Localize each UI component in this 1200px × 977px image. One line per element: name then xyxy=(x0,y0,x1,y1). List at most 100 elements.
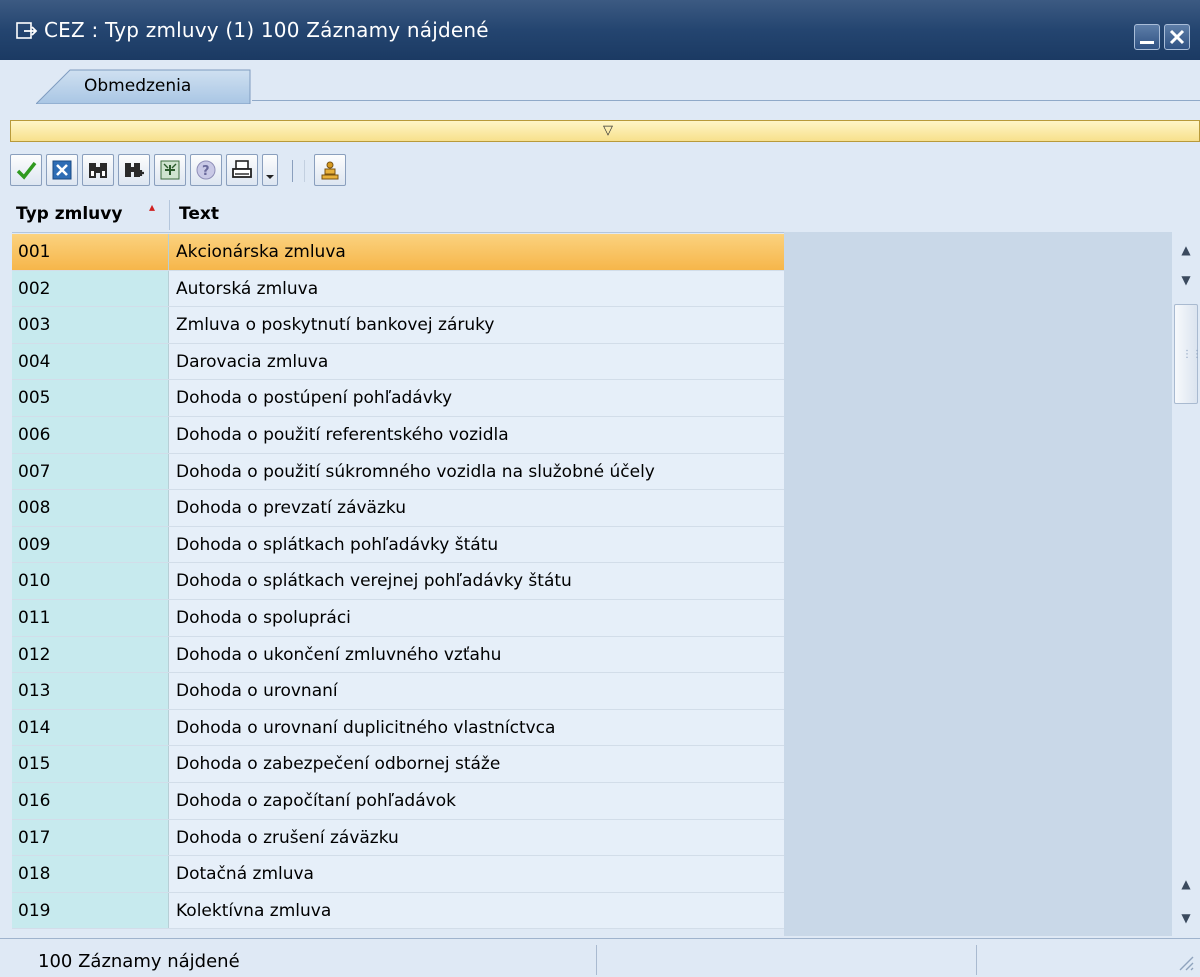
print-button[interactable] xyxy=(226,154,258,186)
cell-text[interactable]: Dohoda o použití súkromného vozidla na s… xyxy=(169,453,784,490)
print-menu-button[interactable] xyxy=(262,154,278,186)
sort-ascending-icon: ▴ xyxy=(149,200,156,214)
scroll-up-button[interactable]: ▲ xyxy=(1174,238,1198,262)
table-row[interactable]: 019 Kolektívna zmluva xyxy=(12,892,784,930)
tab-obmedzenia[interactable]: Obmedzenia xyxy=(36,68,252,104)
toolbar-separator xyxy=(292,160,293,182)
cell-text[interactable]: Dohoda o zabezpečení odbornej stáže xyxy=(169,746,784,782)
find-next-button[interactable] xyxy=(118,154,150,186)
help-button[interactable]: ? xyxy=(190,154,222,186)
cell-text[interactable]: Dohoda o urovnaní duplicitného vlastníct… xyxy=(169,709,784,746)
cancel-button[interactable] xyxy=(46,154,78,186)
cell-text[interactable]: Dohoda o postúpení pohľadávky xyxy=(169,380,784,416)
cell-key-text: 017 xyxy=(18,827,51,848)
minimize-button[interactable] xyxy=(1134,24,1160,50)
page-down-button[interactable]: ▼ xyxy=(1174,906,1198,930)
cell-typ-zmluvy[interactable]: 014 xyxy=(12,709,169,746)
collapse-restrictions-bar[interactable]: ▽ xyxy=(10,120,1200,142)
cell-typ-zmluvy[interactable]: 008 xyxy=(12,490,169,526)
cell-text[interactable]: Dohoda o ukončení zmluvného vzťahu xyxy=(169,636,784,673)
cell-key-text: 004 xyxy=(18,351,51,372)
table-row[interactable]: 016 Dohoda o započítaní pohľadávok xyxy=(12,782,784,820)
accept-button[interactable] xyxy=(10,154,42,186)
cell-text[interactable]: Zmluva o poskytnutí bankovej záruky xyxy=(169,307,784,343)
vertical-scrollbar[interactable]: ▲ ▼ ⋮⋮ ▲ ▼ xyxy=(1172,232,1200,936)
cell-typ-zmluvy[interactable]: 017 xyxy=(12,819,169,856)
table-row[interactable]: 008 Dohoda o prevzatí záväzku xyxy=(12,490,784,527)
cell-typ-zmluvy[interactable]: 015 xyxy=(12,746,169,782)
cell-text[interactable]: Dohoda o urovnaní xyxy=(169,673,784,709)
page-up-button[interactable]: ▲ xyxy=(1174,872,1198,896)
cell-typ-zmluvy[interactable]: 011 xyxy=(12,599,169,636)
cell-key-text: 013 xyxy=(18,681,51,702)
table-row[interactable]: 012 Dohoda o ukončení zmluvného vzťahu xyxy=(12,636,784,674)
cell-text[interactable]: Autorská zmluva xyxy=(169,270,784,307)
table-row[interactable]: 014 Dohoda o urovnaní duplicitného vlastn… xyxy=(12,709,784,747)
cell-typ-zmluvy[interactable]: 018 xyxy=(12,856,169,892)
cell-typ-zmluvy[interactable]: 010 xyxy=(12,563,169,599)
cell-text-value: Dohoda o započítaní pohľadávok xyxy=(176,790,456,811)
table-row[interactable]: 015 Dohoda o zabezpečení odbornej stáže xyxy=(12,746,784,783)
cell-text[interactable]: Akcionárska zmluva xyxy=(169,234,784,270)
cell-text[interactable]: Dohoda o splátkach pohľadávky štátu xyxy=(169,526,784,563)
close-button[interactable] xyxy=(1164,24,1190,50)
table-row[interactable]: 002 Autorská zmluva xyxy=(12,270,784,308)
cell-text[interactable]: Dohoda o prevzatí záväzku xyxy=(169,490,784,526)
cell-text[interactable]: Dohoda o započítaní pohľadávok xyxy=(169,782,784,819)
cell-typ-zmluvy[interactable]: 013 xyxy=(12,673,169,709)
status-separator xyxy=(976,945,977,975)
table-row[interactable]: 005 Dohoda o postúpení pohľadávky xyxy=(12,380,784,417)
find-button[interactable] xyxy=(82,154,114,186)
cell-key-text: 001 xyxy=(18,242,51,262)
scroll-thumb[interactable]: ⋮⋮ xyxy=(1174,304,1200,404)
cell-typ-zmluvy[interactable]: 006 xyxy=(12,416,169,453)
checkmark-icon xyxy=(16,161,37,180)
cell-text[interactable]: Dohoda o zrušení záväzku xyxy=(169,819,784,856)
cell-typ-zmluvy[interactable]: 002 xyxy=(12,270,169,307)
scroll-up-icon: ▲ xyxy=(1181,877,1191,891)
cell-text-value: Dohoda o zabezpečení odbornej stáže xyxy=(176,754,501,775)
extended-search-button[interactable] xyxy=(154,154,186,186)
table-row[interactable]: 009 Dohoda o splátkach pohľadávky štátu xyxy=(12,526,784,564)
cell-typ-zmluvy[interactable]: 001 xyxy=(12,234,169,270)
tab-strip: Obmedzenia xyxy=(0,60,1200,105)
table-row[interactable]: 011 Dohoda o spolupráci xyxy=(12,599,784,637)
personalize-button[interactable] xyxy=(314,154,346,186)
resize-grip-icon[interactable] xyxy=(1176,953,1194,971)
grid-rows: 001 Akcionárska zmluva 002 Autorská zmluva 0… xyxy=(12,234,784,930)
table-row[interactable]: 004 Darovacia zmluva xyxy=(12,343,784,381)
cell-text[interactable]: Dohoda o splátkach verejnej pohľadávky š… xyxy=(169,563,784,599)
cell-text[interactable]: Dohoda o použití referentského vozidla xyxy=(169,416,784,453)
cell-text[interactable]: Dotačná zmluva xyxy=(169,856,784,892)
cell-typ-zmluvy[interactable]: 019 xyxy=(12,892,169,929)
table-row[interactable]: 007 Dohoda o použití súkromného vozidla n… xyxy=(12,453,784,491)
cell-text[interactable]: Dohoda o spolupráci xyxy=(169,599,784,636)
cell-key-text: 012 xyxy=(18,644,51,665)
table-row[interactable]: 001 Akcionárska zmluva xyxy=(12,234,784,271)
cancel-icon xyxy=(52,160,72,180)
cell-text[interactable]: Kolektívna zmluva xyxy=(169,892,784,929)
table-row[interactable]: 010 Dohoda o splátkach verejnej pohľadávk… xyxy=(12,563,784,600)
close-icon xyxy=(1169,29,1185,45)
cell-typ-zmluvy[interactable]: 005 xyxy=(12,380,169,416)
cell-typ-zmluvy[interactable]: 009 xyxy=(12,526,169,563)
cell-typ-zmluvy[interactable]: 007 xyxy=(12,453,169,490)
table-row[interactable]: 018 Dotačná zmluva xyxy=(12,856,784,893)
column-header-typ-zmluvy[interactable]: Typ zmluvy xyxy=(16,204,122,224)
cell-typ-zmluvy[interactable]: 004 xyxy=(12,343,169,380)
cell-typ-zmluvy[interactable]: 003 xyxy=(12,307,169,343)
cell-text[interactable]: Darovacia zmluva xyxy=(169,343,784,380)
table-row[interactable]: 013 Dohoda o urovnaní xyxy=(12,673,784,710)
cell-key-text: 005 xyxy=(18,388,51,409)
tab-label: Obmedzenia xyxy=(84,76,192,96)
table-row[interactable]: 003 Zmluva o poskytnutí bankovej záruky xyxy=(12,307,784,344)
cell-typ-zmluvy[interactable]: 012 xyxy=(12,636,169,673)
status-bar: 100 Záznamy nájdené xyxy=(0,938,1200,977)
table-row[interactable]: 006 Dohoda o použití referentského vozidl… xyxy=(12,416,784,454)
column-header-text[interactable]: Text xyxy=(179,204,219,224)
cell-typ-zmluvy[interactable]: 016 xyxy=(12,782,169,819)
scroll-down-button[interactable]: ▼ xyxy=(1174,268,1198,292)
table-row[interactable]: 017 Dohoda o zrušení záväzku xyxy=(12,819,784,857)
grid-header: Typ zmluvy ▴ Text xyxy=(12,198,784,233)
cell-key-text: 018 xyxy=(18,864,51,885)
